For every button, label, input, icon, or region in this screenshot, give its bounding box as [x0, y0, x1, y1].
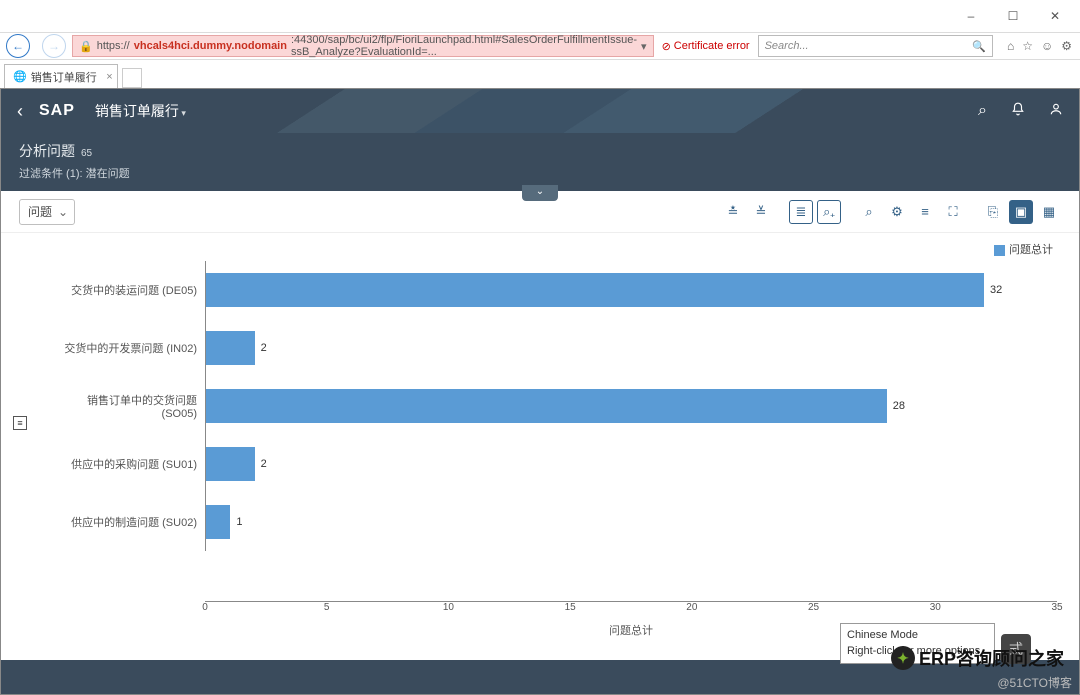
address-bar[interactable]: 🔒 https:// vhcals4hci.dummy.nodomain :4430… — [72, 35, 654, 57]
bar-value-label: 28 — [893, 400, 905, 412]
x-tick: 25 — [808, 602, 819, 613]
certificate-error[interactable]: ⊘ Certificate error — [662, 40, 750, 53]
browser-tab[interactable]: 🌐 销售订单履行 × — [4, 64, 118, 88]
fiori-app: ‹ SAP 销售订单履行 ⌕ 分析问题 65 过滤条件 (1): 潜在问题 ⌄ … — [0, 88, 1080, 695]
chart-bar[interactable] — [206, 273, 984, 307]
chart-bar-row: 交货中的装运问题 (DE05) 32 — [55, 261, 1057, 319]
x-tick: 10 — [443, 602, 454, 613]
chart-container: 问题总计 ≡ 交货中的装运问题 (DE05) 32 交货中的开发票问题 (IN02)… — [1, 233, 1079, 646]
favorite-icon[interactable]: ☆ — [1022, 39, 1033, 53]
x-tick: 35 — [1051, 602, 1062, 613]
chart-bar[interactable] — [206, 331, 255, 365]
tab-title: 销售订单履行 — [31, 69, 97, 85]
x-tick: 5 — [324, 602, 330, 613]
shell-search-icon[interactable]: ⌕ — [978, 102, 987, 121]
settings-icon[interactable]: ⚙ — [885, 200, 909, 224]
window-close-button[interactable]: ✕ — [1034, 2, 1076, 30]
header-expand-button[interactable]: ⌄ — [522, 185, 558, 201]
url-scheme: https:// — [97, 40, 130, 52]
y-axis-category: 交货中的装运问题 (DE05) — [55, 282, 205, 298]
chart-legend: 问题总计 — [55, 241, 1057, 261]
fullscreen-icon[interactable]: ⛶ — [941, 200, 965, 224]
chart-bar[interactable] — [206, 505, 230, 539]
x-axis: 05101520253035 — [205, 601, 1057, 616]
cert-error-icon: ⊘ — [662, 40, 671, 53]
bar-value-label: 32 — [990, 284, 1002, 296]
wechat-icon: ✦ — [891, 646, 915, 670]
x-tick: 30 — [930, 602, 941, 613]
browser-search-input[interactable]: Search... 🔍 — [758, 35, 993, 57]
tools-icon[interactable]: ⚙ — [1061, 39, 1072, 53]
chart-bar-row: 销售订单中的交货问题 (SO05) 28 — [55, 377, 1057, 435]
nav-back-button[interactable]: ← — [6, 34, 30, 58]
legend-icon[interactable]: ≡ — [913, 200, 937, 224]
window-titlebar: – ☐ ✕ — [0, 0, 1080, 32]
bar-value-label: 2 — [261, 342, 267, 354]
home-icon[interactable]: ⌂ — [1007, 39, 1014, 53]
legend-label: 问题总计 — [1009, 244, 1053, 256]
table-view-icon[interactable]: ▦ — [1037, 200, 1061, 224]
window-minimize-button[interactable]: – — [950, 2, 992, 30]
tab-favicon: 🌐 — [13, 70, 27, 83]
browser-toolbar: ← → 🔒 https:// vhcals4hci.dummy.nodomain:… — [0, 32, 1080, 60]
shell-notifications-icon[interactable] — [1011, 102, 1025, 121]
x-tick: 20 — [686, 602, 697, 613]
copy-icon[interactable]: ⎘ — [981, 200, 1005, 224]
shell-app-title[interactable]: 销售订单履行 — [95, 101, 186, 121]
bar-area: 2 — [205, 319, 1057, 377]
chart-plot[interactable]: ≡ 交货中的装运问题 (DE05)32交货中的开发票问题 (IN02)2销售订单… — [55, 261, 1057, 601]
ime-mode: Chinese Mode — [847, 628, 988, 643]
tab-close-icon[interactable]: × — [106, 71, 112, 83]
legend-swatch — [994, 245, 1005, 256]
chart-bar-row: 供应中的制造问题 (SU02) 1 — [55, 493, 1057, 551]
bar-area: 1 — [205, 493, 1057, 551]
bar-value-label: 2 — [261, 458, 267, 470]
sap-logo: SAP — [39, 102, 75, 120]
bar-area: 2 — [205, 435, 1057, 493]
browser-tabs: 🌐 销售订单履行 × — [0, 60, 1080, 88]
x-tick: 15 — [565, 602, 576, 613]
expand-all-icon[interactable]: ≚ — [749, 200, 773, 224]
chart-bar-row: 供应中的采购问题 (SU01) 2 — [55, 435, 1057, 493]
y-axis-category: 供应中的采购问题 (SU01) — [55, 456, 205, 472]
page-title: 分析问题 — [19, 141, 75, 161]
chart-bar[interactable] — [206, 447, 255, 481]
feedback-icon[interactable]: ☺ — [1041, 39, 1053, 53]
x-tick: 0 — [202, 602, 208, 613]
url-host: vhcals4hci.dummy.nodomain — [134, 40, 287, 52]
filter-summary: 过滤条件 (1): 潜在问题 — [19, 165, 1061, 181]
shell-user-icon[interactable] — [1049, 102, 1063, 121]
shell-back-button[interactable]: ‹ — [17, 101, 23, 122]
window-maximize-button[interactable]: ☐ — [992, 2, 1034, 30]
dimension-select[interactable]: 问题 — [19, 199, 75, 225]
axis-menu-icon[interactable]: ≡ — [13, 416, 27, 430]
collapse-all-icon[interactable]: ≛ — [721, 200, 745, 224]
dropdown-icon[interactable]: ▾ — [641, 40, 647, 53]
new-tab-button[interactable] — [122, 68, 142, 88]
lock-icon: 🔒 — [79, 40, 93, 53]
nav-forward-button[interactable]: → — [42, 34, 66, 58]
chart-bar[interactable] — [206, 389, 887, 423]
url-path: :44300/sap/bc/ui2/flp/FioriLaunchpad.htm… — [291, 34, 637, 58]
y-axis-category: 交货中的开发票问题 (IN02) — [55, 340, 205, 356]
page-count: 65 — [81, 148, 92, 159]
bar-value-label: 1 — [236, 516, 242, 528]
list-icon[interactable]: ≣ — [789, 200, 813, 224]
browser-actions: ⌂ ☆ ☺ ⚙ — [999, 39, 1080, 53]
bar-area: 28 — [205, 377, 1057, 435]
search-go-icon[interactable]: 🔍 — [972, 40, 986, 53]
chart-bar-row: 交货中的开发票问题 (IN02) 2 — [55, 319, 1057, 377]
y-axis-category: 销售订单中的交货问题 (SO05) — [55, 392, 205, 420]
zoom-in-icon[interactable]: ⌕₊ — [817, 200, 841, 224]
shell-header: ‹ SAP 销售订单履行 ⌕ — [1, 89, 1079, 133]
page-header: 分析问题 65 过滤条件 (1): 潜在问题 ⌄ — [1, 133, 1079, 191]
watermark-site: @51CTO博客 — [997, 674, 1072, 691]
zoom-out-icon[interactable]: ⌕ — [857, 200, 881, 224]
chart-view-icon[interactable]: ▣ — [1009, 200, 1033, 224]
watermark-brand: ✦ ERP咨询顾问之家 — [891, 645, 1064, 671]
y-axis-category: 供应中的制造问题 (SU02) — [55, 514, 205, 530]
bar-area: 32 — [205, 261, 1057, 319]
